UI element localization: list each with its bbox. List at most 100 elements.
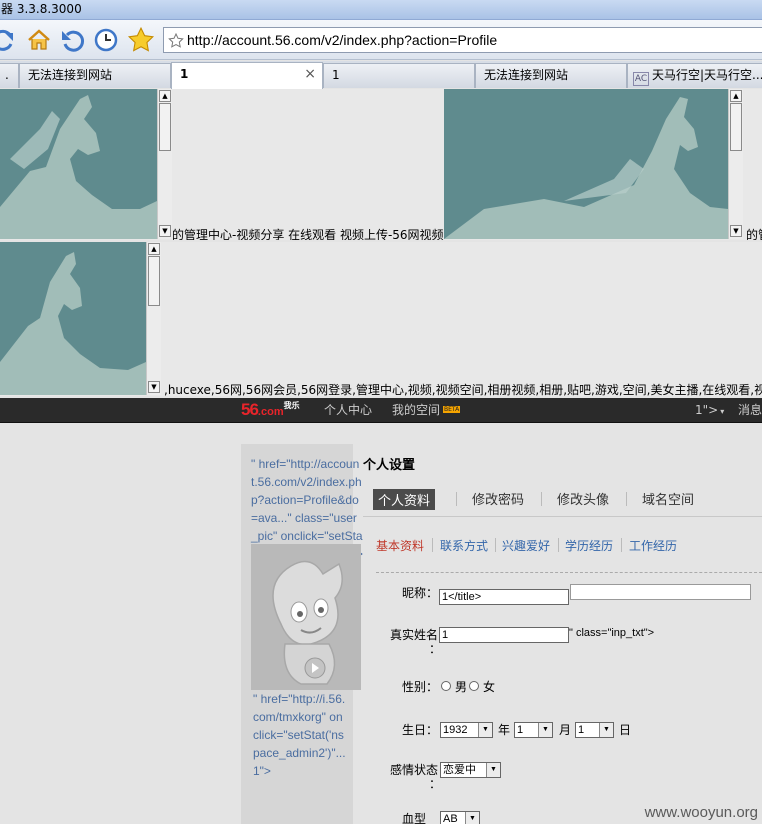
tab-label: 天马行空|天马行空...: [652, 68, 762, 82]
site-logo[interactable]: 56.com我乐: [241, 401, 300, 422]
tab-1[interactable]: 无法连接到网站: [19, 63, 171, 88]
tab-2-active[interactable]: 1 ×: [171, 62, 323, 89]
tab-label: 1: [332, 68, 340, 82]
birth-day-value: 1: [578, 724, 585, 736]
iframe-2: ▲ ▼ 的管: [444, 89, 762, 240]
gender-label: 性别：: [402, 680, 439, 694]
nav-messages-link[interactable]: 消息: [738, 398, 762, 423]
refresh-icon[interactable]: [0, 25, 18, 55]
tab-underline: [363, 516, 762, 517]
avatar[interactable]: [251, 544, 361, 690]
leaked-markup-2: " href="http://i.56.com/tmxkorg" onclick…: [253, 692, 346, 778]
horse-image: [0, 89, 157, 239]
subtab-education[interactable]: 学历经历: [565, 537, 613, 554]
page-title: 个人设置: [363, 458, 416, 473]
subtab-interests[interactable]: 兴趣爱好: [502, 537, 550, 554]
iframe-1: ▲ ▼ 的管理中心-视频分享 在线观看 视频上传-56网视频: [0, 89, 444, 240]
nav-my-space-link[interactable]: 我的空间 BETA: [392, 398, 461, 423]
scroll-up-icon[interactable]: ▲: [148, 243, 160, 255]
tab-strip: . 无法连接到网站 1 × 1 无法连接到网站 AC 天马行空|天马行空...: [0, 61, 762, 89]
frame-3-scrollbar[interactable]: ▲ ▼: [146, 242, 161, 395]
tab-label: .: [5, 68, 9, 82]
favorite-star-icon[interactable]: [126, 25, 156, 55]
year-unit: 年: [498, 723, 511, 737]
gender-male-radio[interactable]: [441, 681, 451, 691]
address-bar[interactable]: http://account.56.com/v2/index.php?actio…: [163, 27, 762, 53]
tab-5[interactable]: AC 天马行空|天马行空...: [627, 63, 762, 88]
tab-4[interactable]: 无法连接到网站: [475, 63, 627, 88]
tab-0[interactable]: .: [0, 63, 19, 88]
frame-1-title: 的管理中心-视频分享 在线观看 视频上传-56网视频: [172, 228, 444, 240]
tab-label: 无法连接到网站: [28, 68, 113, 82]
watermark-text: www.wooyun.org: [644, 804, 758, 821]
nickname-label: 昵称：: [402, 586, 439, 600]
relationship-select[interactable]: 恋爱中 ▼: [440, 762, 501, 778]
tab-separator: [456, 492, 457, 506]
home-icon[interactable]: [24, 25, 54, 55]
gender-female-radio[interactable]: [469, 681, 479, 691]
dropdown-arrow-icon: ▼: [599, 723, 613, 737]
site-favicon-icon: AC: [633, 72, 649, 86]
iframe-3: ▲ ▼ ,hucexe,56网,56网会员,56网登录,管理中心,视频,视频空间…: [0, 242, 762, 396]
month-unit: 月: [559, 723, 572, 737]
birth-year-value: 1932: [443, 724, 468, 736]
logo-dot-com: .com: [257, 406, 284, 418]
site-navbar: 56.com我乐 个人中心 我的空间 BETA 1"> ▾ 消息: [0, 398, 762, 423]
nickname-input[interactable]: 1</title>: [439, 589, 569, 605]
scroll-up-icon[interactable]: ▲: [730, 90, 742, 102]
tab-separator: [541, 492, 542, 506]
logo-number: 56: [241, 400, 259, 419]
scroll-thumb[interactable]: [730, 103, 742, 151]
close-tab-icon[interactable]: ×: [304, 63, 316, 86]
day-unit: 日: [619, 723, 632, 737]
tab-label: 1: [180, 67, 189, 81]
window-title: 器 3.3.8.3000: [0, 0, 762, 20]
subtab-basic-info[interactable]: 基本资料: [376, 537, 424, 554]
birthday-label: 生日：: [402, 723, 439, 737]
subtab-contact[interactable]: 联系方式: [440, 537, 488, 554]
chevron-down-icon: ▾: [720, 407, 725, 416]
nav-my-space-label: 我的空间: [392, 403, 441, 417]
nav-user-center-link[interactable]: 个人中心: [324, 398, 372, 423]
tab-label: 无法连接到网站: [484, 68, 569, 82]
realname-input[interactable]: 1: [439, 627, 569, 643]
tab-change-password[interactable]: 修改密码: [472, 489, 524, 508]
realname-leaked-markup: " class="inp_txt">: [569, 627, 655, 639]
frame-2-scrollbar[interactable]: ▲ ▼: [728, 89, 743, 239]
blood-type-value: AB: [443, 813, 458, 824]
subtab-work[interactable]: 工作经历: [629, 537, 677, 554]
blood-type-select[interactable]: AB ▼: [440, 811, 480, 824]
dropdown-arrow-icon: ▼: [478, 723, 492, 737]
scroll-down-icon[interactable]: ▼: [730, 225, 742, 237]
tab-domain-space[interactable]: 域名空间: [642, 489, 694, 508]
subtab-separator: [432, 538, 433, 552]
leaked-input-field[interactable]: [570, 584, 751, 600]
frame-1-scrollbar[interactable]: ▲ ▼: [157, 89, 172, 239]
scroll-up-icon[interactable]: ▲: [159, 90, 171, 102]
birth-day-select[interactable]: 1 ▼: [575, 722, 614, 738]
beta-badge: BETA: [443, 406, 461, 413]
scroll-thumb[interactable]: [148, 256, 160, 306]
dropdown-arrow-icon: ▼: [486, 763, 500, 777]
scroll-down-icon[interactable]: ▼: [159, 225, 171, 237]
birth-month-select[interactable]: 1 ▼: [514, 722, 553, 738]
birth-year-select[interactable]: 1932 ▼: [440, 722, 493, 738]
tab-change-avatar[interactable]: 修改头像: [557, 489, 609, 508]
logo-small-text: 我乐: [283, 401, 300, 410]
history-icon[interactable]: [91, 25, 121, 55]
tab-3[interactable]: 1: [323, 63, 475, 88]
horse-image: [0, 242, 146, 395]
tab-profile-info[interactable]: 个人资料: [373, 489, 436, 510]
section-divider: [376, 572, 762, 573]
tab-separator: [626, 492, 627, 506]
nav-user-menu[interactable]: 1"> ▾: [695, 398, 724, 424]
bookmark-star-icon[interactable]: [168, 32, 184, 52]
blood-type-label: 血型: [402, 812, 427, 824]
birth-month-value: 1: [517, 724, 524, 736]
scroll-thumb[interactable]: [159, 103, 171, 151]
subtab-separator: [495, 538, 496, 552]
back-icon[interactable]: [57, 25, 87, 55]
scroll-down-icon[interactable]: ▼: [148, 381, 160, 393]
frame-3-title: ,hucexe,56网,56网会员,56网登录,管理中心,视频,视频空间,相册视…: [164, 383, 762, 396]
dropdown-arrow-icon: ▼: [465, 812, 479, 824]
